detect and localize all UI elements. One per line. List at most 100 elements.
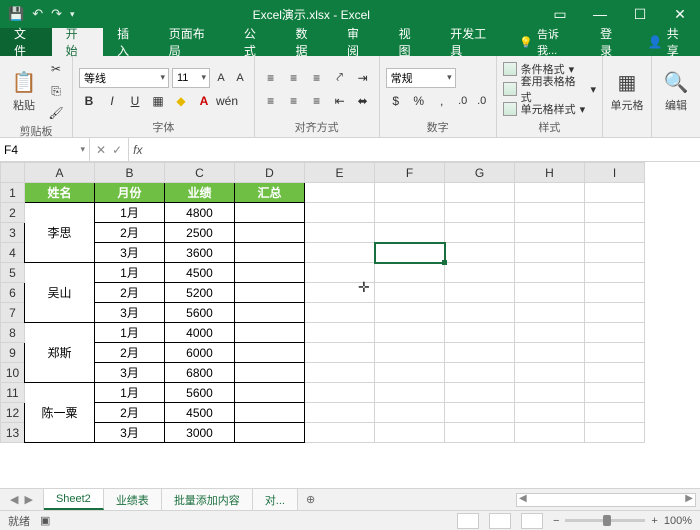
- zoom-out-button[interactable]: −: [553, 515, 559, 527]
- merge-button[interactable]: ⬌: [353, 91, 373, 111]
- decrease-font-icon[interactable]: A: [232, 70, 248, 86]
- select-all-corner[interactable]: [1, 163, 25, 183]
- phonetic-button[interactable]: wén: [217, 91, 237, 111]
- cell[interactable]: [305, 223, 375, 243]
- cell[interactable]: 4500: [165, 403, 235, 423]
- cell[interactable]: [375, 343, 445, 363]
- cell[interactable]: [235, 203, 305, 223]
- cell[interactable]: [305, 263, 375, 283]
- cell[interactable]: [375, 183, 445, 203]
- cell[interactable]: [515, 343, 585, 363]
- tab-view[interactable]: 视图: [385, 28, 437, 56]
- row-header[interactable]: 8: [1, 323, 25, 343]
- minimize-button[interactable]: —: [580, 0, 620, 28]
- comma-button[interactable]: ,: [432, 91, 452, 111]
- cell[interactable]: [375, 323, 445, 343]
- login-button[interactable]: 登录: [586, 28, 638, 56]
- cell[interactable]: 3月: [95, 243, 165, 263]
- align-right-button[interactable]: ≡: [307, 91, 327, 111]
- cell[interactable]: 1月: [95, 263, 165, 283]
- indent-dec-button[interactable]: ⇤: [330, 91, 350, 111]
- cell[interactable]: [375, 223, 445, 243]
- cell[interactable]: [515, 243, 585, 263]
- cells-button[interactable]: ▦单元格: [609, 59, 645, 123]
- underline-button[interactable]: U: [125, 91, 145, 111]
- cell[interactable]: 吴山: [25, 263, 95, 323]
- cell[interactable]: [235, 363, 305, 383]
- col-header[interactable]: E: [305, 163, 375, 183]
- cell[interactable]: [445, 343, 515, 363]
- formula-bar[interactable]: fx: [129, 138, 700, 161]
- font-size-combo[interactable]: 11: [172, 68, 210, 88]
- cell[interactable]: [305, 343, 375, 363]
- cell[interactable]: [585, 343, 645, 363]
- share-button[interactable]: 👤 共享: [638, 28, 700, 56]
- cell[interactable]: [515, 203, 585, 223]
- cell[interactable]: [515, 183, 585, 203]
- maximize-button[interactable]: ☐: [620, 0, 660, 28]
- tab-formula[interactable]: 公式: [230, 28, 282, 56]
- cell[interactable]: [585, 223, 645, 243]
- cell[interactable]: [445, 423, 515, 443]
- cell[interactable]: [305, 363, 375, 383]
- cell[interactable]: [585, 383, 645, 403]
- cell[interactable]: 3月: [95, 363, 165, 383]
- font-name-combo[interactable]: 等线: [79, 68, 169, 88]
- cell[interactable]: [235, 383, 305, 403]
- cell[interactable]: [515, 363, 585, 383]
- cell[interactable]: [375, 303, 445, 323]
- row-header[interactable]: 12: [1, 403, 25, 423]
- row-header[interactable]: 7: [1, 303, 25, 323]
- zoom-slider[interactable]: [565, 519, 645, 522]
- cell[interactable]: [585, 203, 645, 223]
- cell[interactable]: 4500: [165, 263, 235, 283]
- cell[interactable]: [585, 363, 645, 383]
- cell[interactable]: [235, 263, 305, 283]
- cell[interactable]: [445, 223, 515, 243]
- redo-icon[interactable]: ↷: [51, 6, 62, 22]
- cell[interactable]: 月份: [95, 183, 165, 203]
- cell[interactable]: [235, 403, 305, 423]
- view-normal-button[interactable]: [457, 513, 479, 529]
- cell[interactable]: [305, 243, 375, 263]
- cell[interactable]: 陈一粟: [25, 383, 95, 443]
- cell[interactable]: [235, 223, 305, 243]
- cell[interactable]: [445, 183, 515, 203]
- col-header[interactable]: C: [165, 163, 235, 183]
- cell[interactable]: 3月: [95, 423, 165, 443]
- paste-button[interactable]: 📋 粘贴: [6, 59, 42, 123]
- view-break-button[interactable]: [521, 513, 543, 529]
- row-header[interactable]: 13: [1, 423, 25, 443]
- cell[interactable]: 1月: [95, 203, 165, 223]
- cell[interactable]: [515, 323, 585, 343]
- tab-data[interactable]: 数据: [281, 28, 333, 56]
- zoom-in-button[interactable]: +: [651, 515, 657, 527]
- cell[interactable]: [515, 423, 585, 443]
- align-top-button[interactable]: ≡: [261, 68, 281, 88]
- cell[interactable]: [235, 323, 305, 343]
- cell[interactable]: 1月: [95, 323, 165, 343]
- row-header[interactable]: 2: [1, 203, 25, 223]
- cell[interactable]: 2500: [165, 223, 235, 243]
- cell[interactable]: [375, 423, 445, 443]
- tab-home[interactable]: 开始: [52, 28, 104, 56]
- col-header[interactable]: H: [515, 163, 585, 183]
- cell[interactable]: [515, 403, 585, 423]
- cell[interactable]: [445, 303, 515, 323]
- cancel-formula-icon[interactable]: ✕: [96, 143, 106, 157]
- cell[interactable]: [305, 423, 375, 443]
- cell[interactable]: 3000: [165, 423, 235, 443]
- tab-layout[interactable]: 页面布局: [155, 28, 230, 56]
- col-header[interactable]: F: [375, 163, 445, 183]
- row-header[interactable]: 6: [1, 283, 25, 303]
- tell-me[interactable]: 💡 告诉我...: [511, 28, 586, 56]
- cell[interactable]: 4000: [165, 323, 235, 343]
- cell[interactable]: 4800: [165, 203, 235, 223]
- row-header[interactable]: 10: [1, 363, 25, 383]
- cell-styles-button[interactable]: 单元格样式 ▾: [503, 100, 596, 118]
- cell[interactable]: 业绩: [165, 183, 235, 203]
- cell[interactable]: 6800: [165, 363, 235, 383]
- orientation-button[interactable]: ⤤: [330, 68, 350, 88]
- confirm-formula-icon[interactable]: ✓: [112, 143, 122, 157]
- row-header[interactable]: 1: [1, 183, 25, 203]
